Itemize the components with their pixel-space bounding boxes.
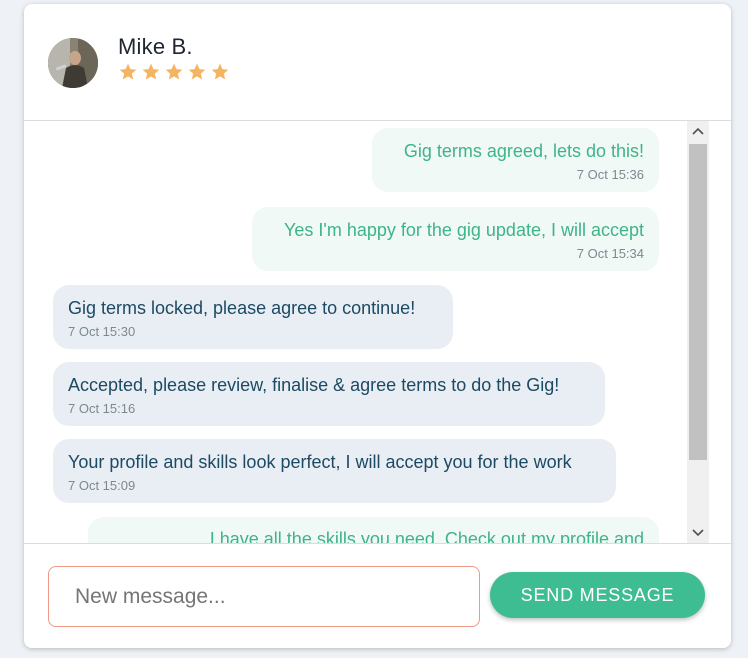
message-timestamp: 7 Oct 15:16 [68,401,136,416]
scrollbar-thumb[interactable] [689,144,707,460]
message-timestamp: 7 Oct 15:09 [68,478,136,493]
message-scrollbar[interactable] [687,121,709,543]
message-text: I have all the skills you need. Check ou… [209,529,644,543]
message-timestamp: 7 Oct 15:34 [576,246,644,261]
rating-stars [118,62,230,82]
message-text: Accepted, please review, finalise & agre… [68,375,560,395]
message-bubble-outgoing: Yes I'm happy for the gig update, I will… [252,207,659,271]
scroll-up-icon[interactable] [687,121,709,141]
message-bubble-incoming: Accepted, please review, finalise & agre… [53,362,605,426]
avatar[interactable] [48,38,98,88]
scroll-down-icon[interactable] [687,523,709,543]
message-bubble-outgoing: Gig terms agreed, lets do this! 7 Oct 15… [372,128,659,192]
new-message-input[interactable] [48,566,480,627]
chat-header: Mike B. [24,4,731,121]
message-bubble-incoming: Your profile and skills look perfect, I … [53,439,616,503]
message-bubble-outgoing: I have all the skills you need. Check ou… [88,517,659,543]
message-text: Gig terms locked, please agree to contin… [68,298,416,318]
star-icon [188,63,206,80]
star-icon [119,63,137,80]
message-timestamp: 7 Oct 15:36 [576,167,644,182]
star-icon [142,63,160,80]
contact-name: Mike B. [118,34,193,59]
message-timestamp: 7 Oct 15:30 [68,324,136,339]
send-message-button[interactable]: SEND MESSAGE [490,572,705,618]
chat-card: Mike B. Gig terms agreed, lets do this! … [24,4,731,648]
message-text: Yes I'm happy for the gig update, I will… [284,220,644,240]
star-icon [165,63,183,80]
message-text: Gig terms agreed, lets do this! [403,141,644,161]
message-list[interactable]: Gig terms agreed, lets do this! 7 Oct 15… [24,121,731,543]
composer: SEND MESSAGE [24,543,731,648]
message-bubble-incoming: Gig terms locked, please agree to contin… [53,285,453,349]
message-text: Your profile and skills look perfect, I … [68,452,572,472]
star-icon [211,63,229,80]
